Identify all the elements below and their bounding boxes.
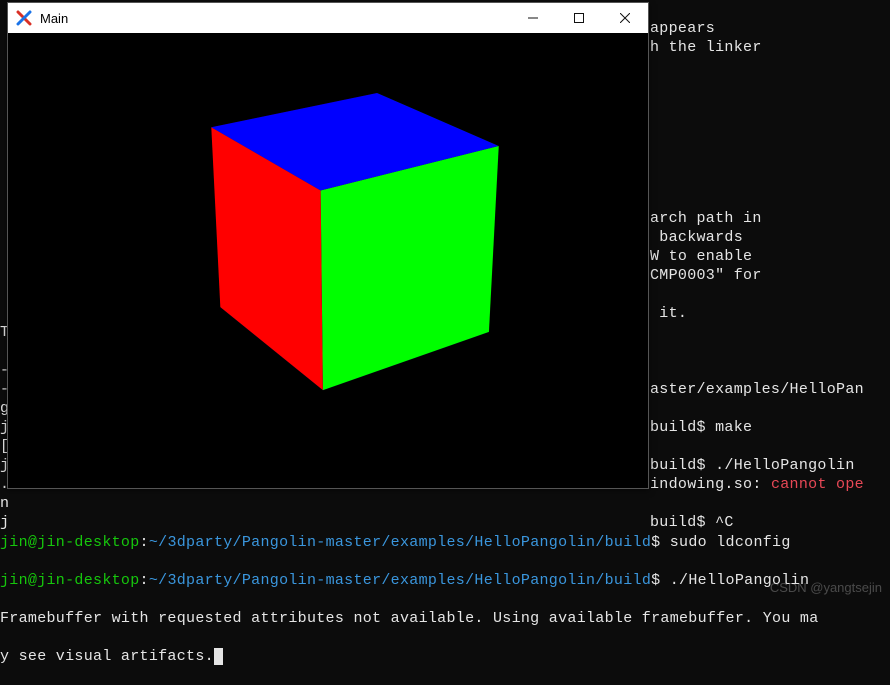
minimize-button[interactable] (510, 3, 556, 33)
prompt-user: jin@jin-desktop (0, 534, 140, 551)
titlebar[interactable]: Main (8, 3, 648, 33)
term-frag-10: arch path in (650, 210, 762, 227)
cube-scene (252, 131, 452, 331)
prompt-line-2: jin@jin-desktop:~/3dparty/Pangolin-maste… (0, 571, 890, 590)
app-window[interactable]: Main (7, 2, 649, 489)
terminal-cursor (214, 648, 223, 665)
rgb-cube (262, 117, 434, 345)
close-icon (620, 13, 630, 23)
fb-line-1: Framebuffer with requested attributes no… (0, 609, 890, 628)
term-frag-15: it. (650, 305, 687, 322)
watermark: CSDN @yangtsejin (770, 580, 882, 595)
term-frag-19: aster/examples/HelloPan (650, 381, 864, 398)
prompt-path: ~/3dparty/Pangolin-master/examples/Hello… (149, 534, 651, 551)
term-frag-11: backwards (650, 229, 743, 246)
lf-n: n (0, 495, 9, 512)
app-x-icon (16, 10, 32, 26)
error-text: cannot ope (771, 476, 864, 493)
gl-viewport[interactable] (8, 33, 648, 488)
minimize-icon (528, 13, 538, 23)
prompt-user: jin@jin-desktop (0, 572, 140, 589)
fb-line-2: y see visual artifacts. (0, 647, 890, 666)
prompt-cmd: sudo ldconfig (660, 534, 790, 551)
maximize-icon (574, 13, 584, 23)
term-frag-24: indowing.so: cannot ope (650, 476, 864, 493)
terminal-bottom: jin@jin-desktop:~/3dparty/Pangolin-maste… (0, 514, 890, 685)
prompt-line-1: jin@jin-desktop:~/3dparty/Pangolin-maste… (0, 533, 890, 552)
term-frag-13: CMP0003" for (650, 267, 762, 284)
term-frag-12: W to enable (650, 248, 752, 265)
maximize-button[interactable] (556, 3, 602, 33)
window-title: Main (40, 11, 68, 26)
term-frag-21: build$ make (650, 419, 752, 436)
close-button[interactable] (602, 3, 648, 33)
term-frag-0: appears (650, 20, 715, 37)
terminal-right-fragment: appears h the linker arch path in backwa… (650, 0, 890, 532)
prompt-path: ~/3dparty/Pangolin-master/examples/Hello… (149, 572, 651, 589)
term-frag-23: build$ ./HelloPangolin (650, 457, 855, 474)
term-frag-1: h the linker (650, 39, 762, 56)
